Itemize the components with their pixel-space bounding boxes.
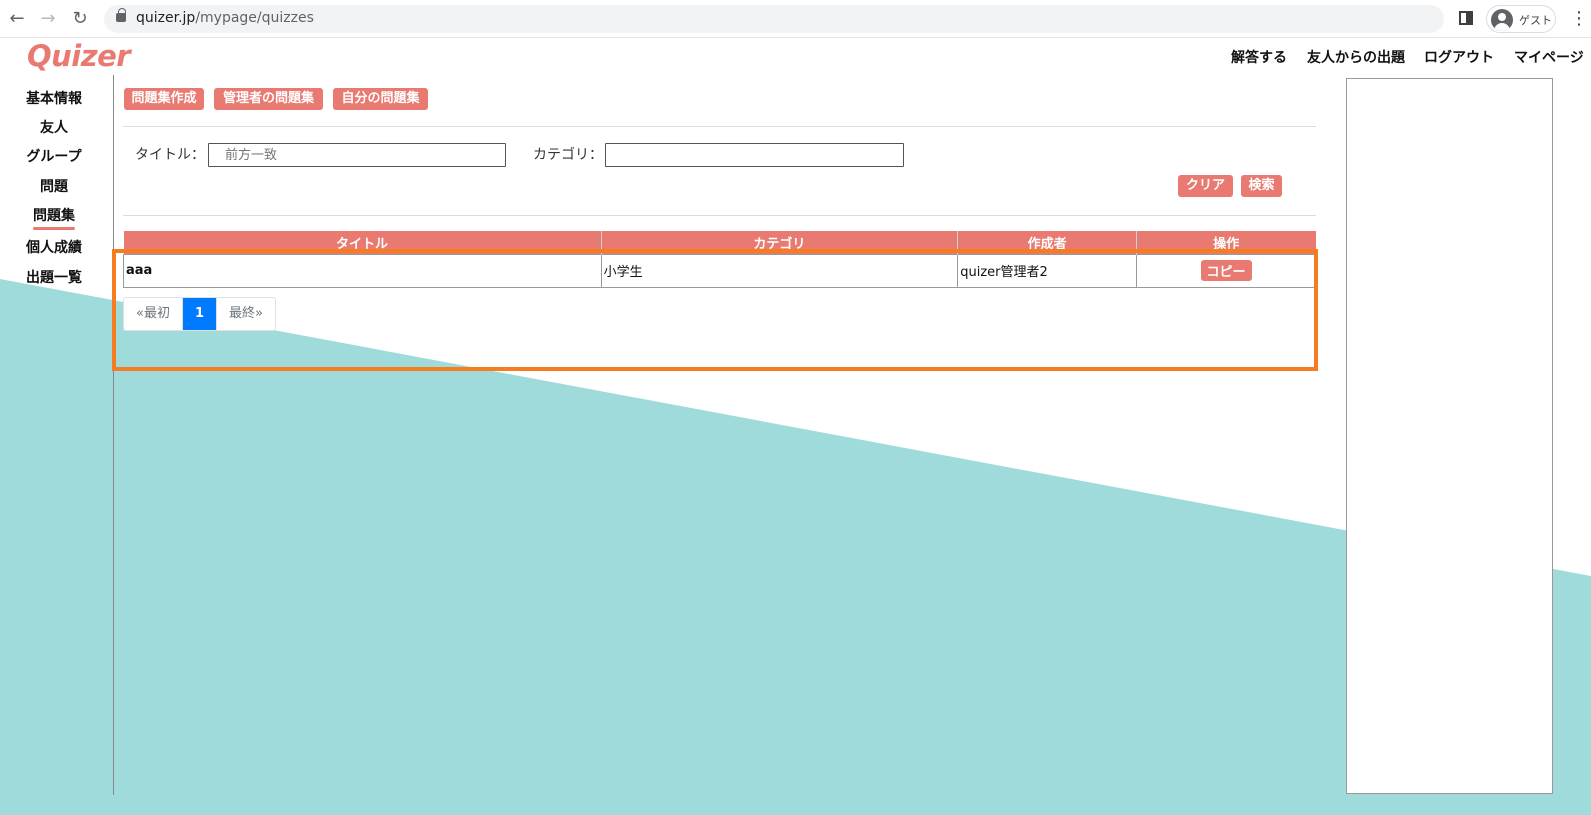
- browser-toolbar: ← → ↻ quizer.jp/mypage/quizzes ゲスト ⋮: [0, 0, 1591, 38]
- admin-quiz-sets-button[interactable]: 管理者の問題集: [214, 88, 323, 110]
- profile-button[interactable]: ゲスト: [1486, 5, 1556, 33]
- lock-icon: [116, 8, 126, 22]
- back-arrow-icon[interactable]: ←: [6, 8, 28, 30]
- my-quiz-sets-button[interactable]: 自分の問題集: [333, 88, 428, 110]
- sidebar-item-questions[interactable]: 問題: [9, 176, 99, 196]
- highlight-box: [112, 249, 1318, 371]
- clear-button[interactable]: クリア: [1178, 175, 1233, 197]
- sidebar-item-basic-info[interactable]: 基本情報: [9, 88, 99, 108]
- nav-mypage[interactable]: マイページ: [1514, 47, 1584, 67]
- create-quiz-set-button[interactable]: 問題集作成: [124, 88, 204, 110]
- title-label: タイトル：: [135, 147, 205, 163]
- category-label: カテゴリ：: [533, 147, 603, 163]
- side-panel-icon[interactable]: [1459, 11, 1473, 25]
- nav-answer[interactable]: 解答する: [1231, 47, 1287, 67]
- nav-logout[interactable]: ログアウト: [1424, 47, 1494, 67]
- avatar-icon: [1491, 9, 1513, 31]
- nav-friend-questions[interactable]: 友人からの出題: [1307, 47, 1405, 67]
- address-bar[interactable]: quizer.jp/mypage/quizzes: [104, 5, 1444, 33]
- sidebar-item-question-list[interactable]: 出題一覧: [9, 267, 99, 287]
- site-logo[interactable]: Quizer: [27, 39, 131, 73]
- sidebar-item-personal-results[interactable]: 個人成績: [9, 237, 99, 257]
- forward-arrow-icon[interactable]: →: [37, 8, 59, 30]
- title-search-input[interactable]: [208, 143, 506, 167]
- search-button[interactable]: 検索: [1241, 175, 1282, 197]
- sidebar-item-quiz-sets[interactable]: 問題集: [9, 205, 99, 230]
- sidebar-item-friends[interactable]: 友人: [9, 117, 99, 137]
- profile-label: ゲスト: [1519, 14, 1552, 27]
- category-search-input[interactable]: [605, 143, 904, 167]
- url-text: quizer.jp/mypage/quizzes: [136, 10, 314, 26]
- divider: [123, 215, 1316, 216]
- divider: [123, 126, 1316, 127]
- sidebar-item-groups[interactable]: グループ: [9, 146, 99, 166]
- more-menu-icon[interactable]: ⋮: [1570, 8, 1588, 30]
- page: Quizer 解答する 友人からの出題 ログアウト マイページ 基本情報 友人 …: [0, 39, 1591, 815]
- sidebar-divider: [113, 75, 114, 795]
- side-panel: [1346, 78, 1553, 794]
- reload-icon[interactable]: ↻: [69, 8, 91, 30]
